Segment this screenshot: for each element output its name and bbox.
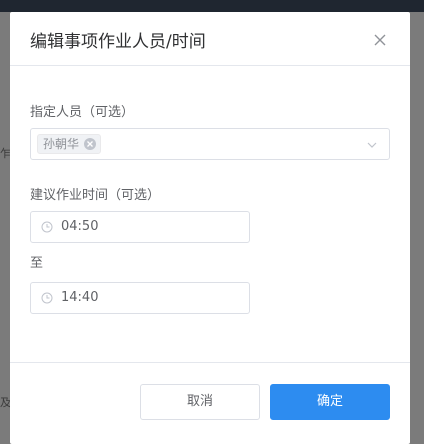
clock-icon (41, 221, 53, 233)
dialog-title: 编辑事项作业人员/时间 (30, 32, 206, 52)
assignee-tag-label: 孙朝华 (43, 137, 80, 151)
footer-divider (10, 362, 410, 363)
confirm-button[interactable]: 确定 (270, 384, 390, 420)
edit-assignment-dialog: 编辑事项作业人员/时间 指定人员（可选） 孙朝华 建议作业时间（可选） 04:5… (10, 12, 410, 444)
tag-remove-button[interactable] (84, 138, 97, 150)
end-time-picker[interactable]: 14:40 (30, 282, 250, 314)
close-button[interactable] (370, 30, 390, 50)
start-time-picker[interactable]: 04:50 (30, 211, 250, 243)
backdrop-top-bar (0, 0, 424, 12)
close-icon (374, 34, 386, 46)
end-time-value: 14:40 (61, 290, 99, 305)
tag-close-icon (87, 141, 93, 147)
assignee-label: 指定人员（可选） (30, 105, 135, 120)
cancel-button[interactable]: 取消 (140, 384, 260, 420)
to-label: 至 (30, 256, 44, 271)
assignee-tag: 孙朝华 (37, 134, 102, 154)
clock-icon (41, 292, 53, 304)
start-time-value: 04:50 (61, 219, 99, 234)
chevron-down-icon (367, 142, 377, 148)
assignee-select[interactable]: 孙朝华 (30, 128, 390, 160)
time-label: 建议作业时间（可选） (30, 188, 161, 203)
dialog-header: 编辑事项作业人员/时间 (10, 12, 410, 66)
